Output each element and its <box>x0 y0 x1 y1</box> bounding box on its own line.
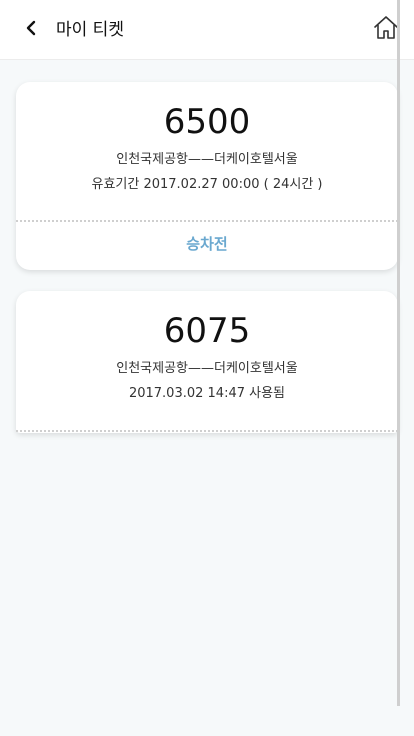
ticket-status-button[interactable]: 승차전 <box>16 232 398 256</box>
ticket-number: 6075 <box>163 311 251 351</box>
ticket-route: 인천국제공항——더케이호텔서울 <box>116 152 298 167</box>
ticket-number: 6500 <box>163 102 251 142</box>
ticket-card[interactable]: 6500 인천국제공항——더케이호텔서울 유효기간 2017.02.27 00:… <box>16 82 398 270</box>
ticket-validity: 유효기간 2017.02.27 00:00 ( 24시간 ) <box>91 177 323 192</box>
chevron-left-icon <box>24 20 38 40</box>
ticket-route: 인천국제공항——더케이호텔서울 <box>116 361 298 376</box>
ticket-used-time: 2017.03.02 14:47 사용됨 <box>128 386 286 401</box>
scrollbar[interactable] <box>397 0 400 706</box>
ticket-card[interactable]: 6075 인천국제공항——더케이호텔서울 2017.03.02 14:47 사용… <box>16 291 398 433</box>
home-button[interactable] <box>372 15 400 43</box>
home-icon <box>373 14 399 44</box>
page-title: 마이 티켓 <box>56 20 124 40</box>
back-button[interactable] <box>18 16 44 44</box>
app-header: 마이 티켓 <box>0 0 414 60</box>
ticket-divider <box>16 430 398 432</box>
ticket-divider <box>16 220 398 222</box>
